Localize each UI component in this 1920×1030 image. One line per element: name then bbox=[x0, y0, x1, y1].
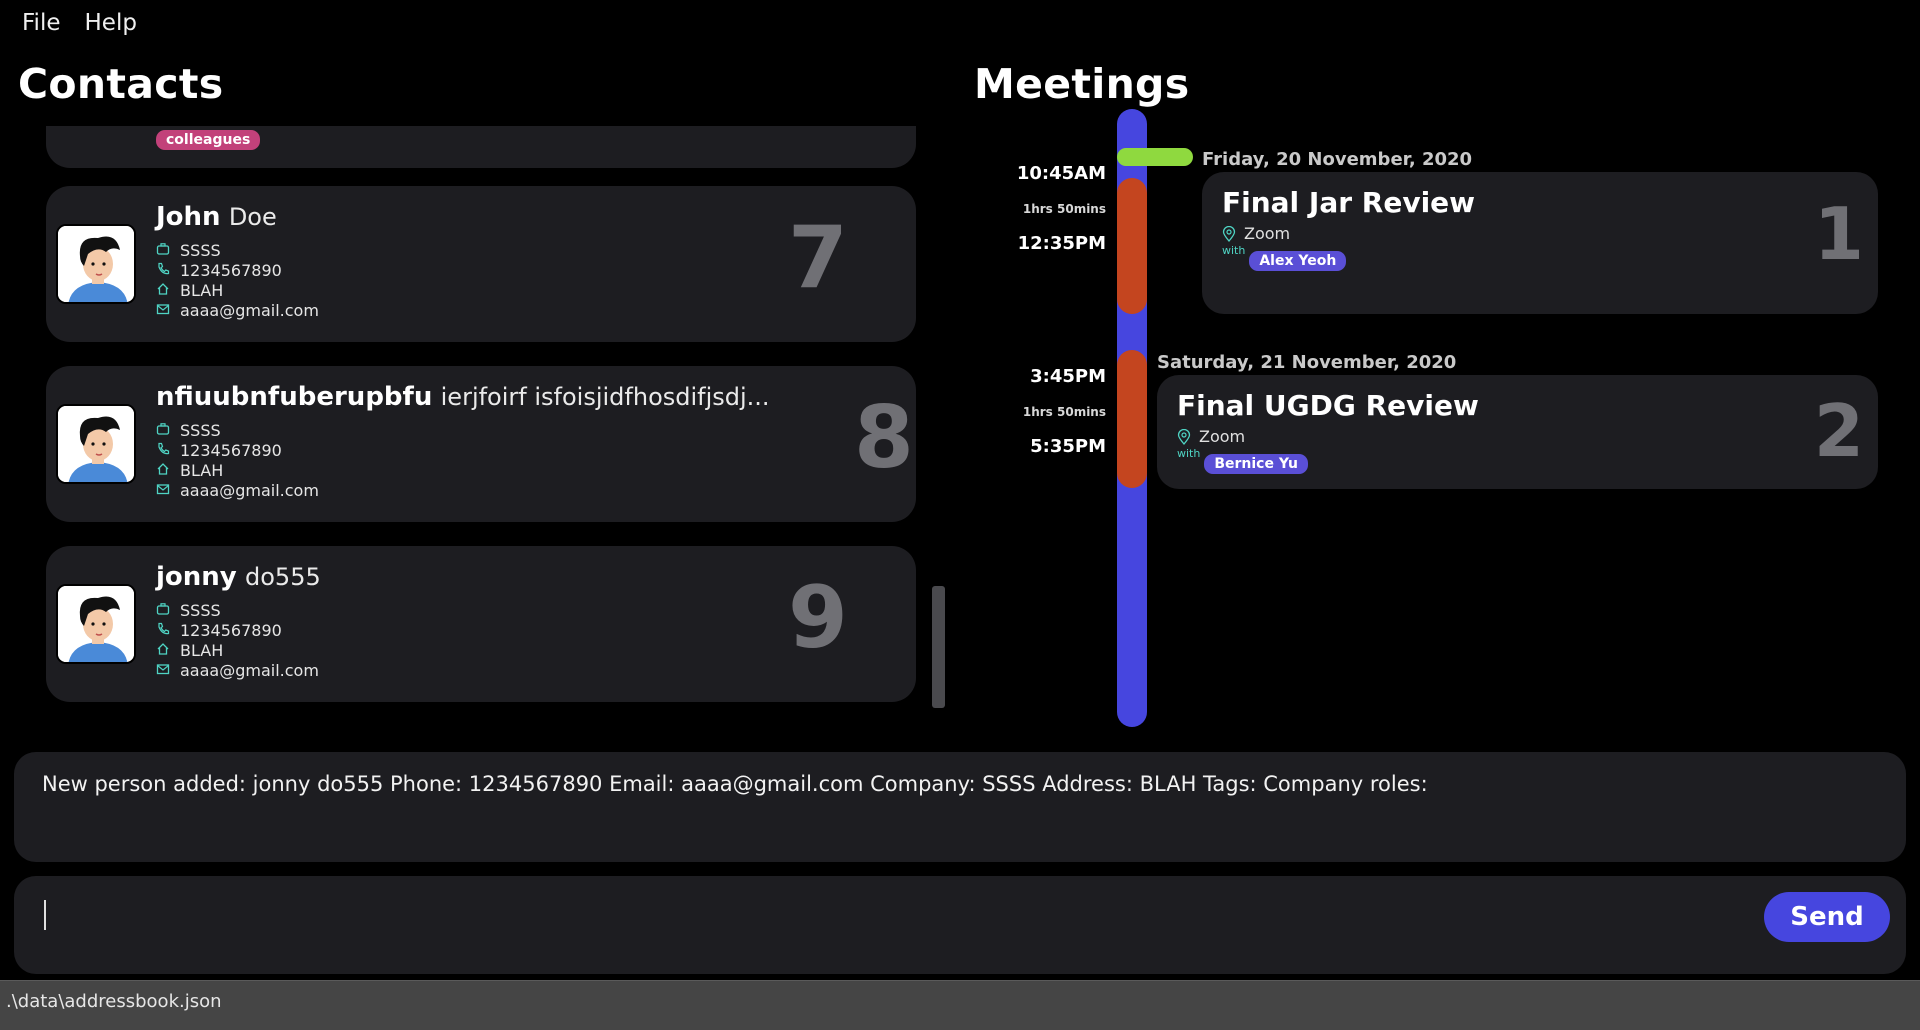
address-text: BLAH bbox=[180, 280, 224, 300]
last-name: ierjfoirf isfoisjidfhosdifjsdj... bbox=[440, 383, 770, 411]
save-location: .\data\addressbook.json bbox=[6, 991, 222, 1012]
status-bar: .\data\addressbook.json bbox=[0, 980, 1920, 1030]
contacts-list[interactable]: colleagues John Doe SSSS 1234567890 BLAH… bbox=[0, 126, 950, 716]
contact-index: 8 bbox=[854, 388, 914, 488]
location-text: Zoom bbox=[1199, 427, 1246, 446]
contacts-title: Contacts bbox=[18, 60, 224, 108]
meeting-date-label: Saturday, 21 November, 2020 bbox=[1157, 352, 1457, 373]
send-button[interactable]: Send bbox=[1764, 892, 1890, 942]
address-text: BLAH bbox=[180, 640, 224, 660]
avatar bbox=[56, 224, 136, 304]
meeting-location: Zoom bbox=[1222, 224, 1290, 243]
briefcase-icon bbox=[156, 242, 172, 258]
meeting-block-1 bbox=[1117, 178, 1147, 314]
location-text: Zoom bbox=[1244, 224, 1291, 243]
menu-bar: File Help bbox=[0, 0, 137, 46]
contact-name: John Doe bbox=[156, 202, 277, 232]
contacts-scrollbar[interactable] bbox=[932, 586, 945, 708]
contact-card[interactable]: John Doe SSSS 1234567890 BLAH aaaa@gmail… bbox=[46, 186, 916, 342]
contact-name: jonny do555 bbox=[156, 562, 321, 592]
email-text: aaaa@gmail.com bbox=[180, 480, 319, 500]
phone-icon bbox=[156, 442, 172, 458]
menu-help[interactable]: Help bbox=[85, 10, 137, 36]
email-text: aaaa@gmail.com bbox=[180, 660, 319, 680]
email-text: aaaa@gmail.com bbox=[180, 300, 319, 320]
phone-icon bbox=[156, 262, 172, 278]
mail-icon bbox=[156, 482, 172, 498]
meeting-card[interactable]: Final Jar Review Zoom with Alex Yeoh 1 bbox=[1202, 172, 1878, 314]
meeting-card[interactable]: Final UGDG Review Zoom with Bernice Yu 2 bbox=[1157, 375, 1878, 489]
result-message: New person added: jonny do555 Phone: 123… bbox=[42, 772, 1428, 796]
with-label: with bbox=[1222, 244, 1246, 257]
phone-text: 1234567890 bbox=[180, 620, 282, 640]
meeting-index: 2 bbox=[1813, 389, 1864, 473]
contact-details: SSSS 1234567890 BLAH aaaa@gmail.com bbox=[156, 420, 319, 500]
meeting-date-label: Friday, 20 November, 2020 bbox=[1202, 149, 1473, 170]
last-name: Doe bbox=[228, 203, 277, 231]
home-icon bbox=[156, 462, 172, 478]
company-text: SSSS bbox=[180, 600, 221, 620]
address-text: BLAH bbox=[180, 460, 224, 480]
phone-icon bbox=[156, 622, 172, 638]
meeting-location: Zoom bbox=[1177, 427, 1245, 446]
with-label: with bbox=[1177, 447, 1201, 460]
home-icon bbox=[156, 282, 172, 298]
meeting-participants: with Bernice Yu bbox=[1177, 447, 1308, 474]
contact-card[interactable]: jonny do555 SSSS 1234567890 BLAH aaaa@gm… bbox=[46, 546, 916, 702]
contact-card[interactable]: colleagues bbox=[46, 126, 916, 168]
avatar bbox=[56, 584, 136, 664]
phone-text: 1234567890 bbox=[180, 260, 282, 280]
meeting-duration: 1hrs 50mins bbox=[1022, 405, 1106, 419]
tag-badge: colleagues bbox=[156, 130, 261, 150]
location-pin-icon bbox=[1177, 428, 1191, 445]
participant-badge: Bernice Yu bbox=[1204, 454, 1308, 474]
meeting-start-time: 3:45PM bbox=[1030, 366, 1106, 387]
text-caret bbox=[44, 900, 46, 930]
contact-details: SSSS 1234567890 BLAH aaaa@gmail.com bbox=[156, 240, 319, 320]
command-box: Send bbox=[14, 876, 1906, 974]
meeting-index: 1 bbox=[1813, 192, 1864, 276]
mail-icon bbox=[156, 302, 172, 318]
meeting-title: Final UGDG Review bbox=[1177, 389, 1479, 422]
participant-badge: Alex Yeoh bbox=[1249, 251, 1347, 271]
meeting-start-time: 10:45AM bbox=[1016, 163, 1106, 184]
last-name: do555 bbox=[245, 563, 321, 591]
home-icon bbox=[156, 642, 172, 658]
avatar bbox=[56, 404, 136, 484]
company-text: SSSS bbox=[180, 240, 221, 260]
phone-text: 1234567890 bbox=[180, 440, 282, 460]
meeting-title: Final Jar Review bbox=[1222, 186, 1476, 219]
briefcase-icon bbox=[156, 422, 172, 438]
command-input[interactable] bbox=[38, 898, 1738, 948]
company-text: SSSS bbox=[180, 420, 221, 440]
location-pin-icon bbox=[1222, 225, 1236, 242]
mail-icon bbox=[156, 662, 172, 678]
meeting-end-time: 12:35PM bbox=[1017, 233, 1106, 254]
meeting-duration: 1hrs 50mins bbox=[1022, 202, 1106, 216]
first-name: John bbox=[156, 202, 221, 232]
contact-index: 7 bbox=[788, 208, 848, 308]
first-name: jonny bbox=[156, 562, 237, 592]
contact-name: nfiuubnfuberupbfu ierjfoirf isfoisjidfho… bbox=[156, 382, 770, 412]
meeting-block-2 bbox=[1117, 350, 1147, 488]
first-name: nfiuubnfuberupbfu bbox=[156, 382, 433, 412]
meeting-end-time: 5:35PM bbox=[1030, 436, 1106, 457]
result-display[interactable]: New person added: jonny do555 Phone: 123… bbox=[14, 752, 1906, 862]
current-time-marker bbox=[1117, 148, 1193, 166]
meetings-title: Meetings bbox=[974, 60, 1190, 108]
contact-index: 9 bbox=[788, 568, 848, 668]
contact-card[interactable]: nfiuubnfuberupbfu ierjfoirf isfoisjidfho… bbox=[46, 366, 916, 522]
menu-file[interactable]: File bbox=[22, 10, 61, 36]
briefcase-icon bbox=[156, 602, 172, 618]
meeting-participants: with Alex Yeoh bbox=[1222, 244, 1347, 271]
contact-details: SSSS 1234567890 BLAH aaaa@gmail.com bbox=[156, 600, 319, 680]
